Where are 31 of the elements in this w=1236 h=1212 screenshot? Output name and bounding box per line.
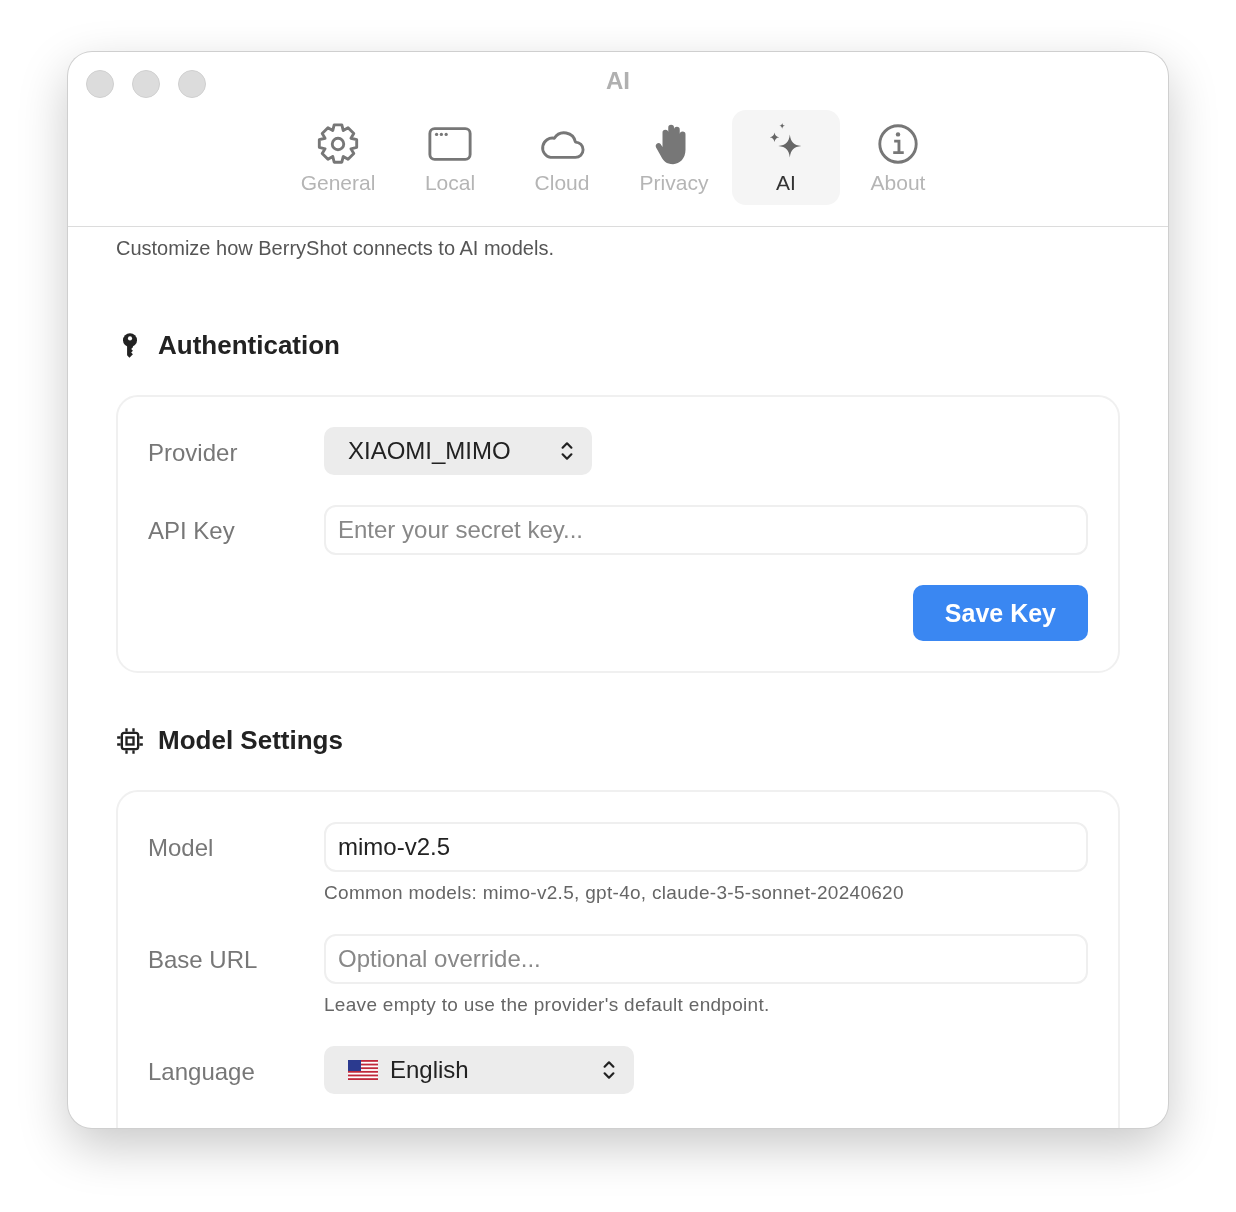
hint-text: Leave empty to use the provider's default endpoint.	[324, 994, 770, 1016]
toolbar-tab[interactable]: Local	[396, 110, 504, 205]
zoom-button[interactable]	[178, 70, 206, 98]
window-title: AI	[606, 67, 630, 95]
field-label: Language	[148, 1057, 256, 1087]
chip-icon	[116, 726, 144, 755]
chevron-icon	[602, 1059, 616, 1081]
save-button[interactable]: Save Key	[912, 585, 1088, 641]
dropdown[interactable]: XIAOMI_MIMO	[324, 427, 592, 475]
field-label: Base URL	[148, 945, 259, 975]
close-button[interactable]	[86, 70, 114, 98]
dropdown[interactable]: English	[324, 1046, 634, 1094]
toolbar-tab[interactable]: AI	[732, 110, 840, 205]
field-label: Provider	[148, 438, 239, 468]
minimize-button[interactable]	[132, 70, 160, 98]
field-label: API Key	[148, 516, 236, 546]
toolbar-tab[interactable]: About	[844, 110, 952, 205]
gear-icon	[315, 120, 361, 167]
toolbar-tab[interactable]: Cloud	[508, 110, 616, 205]
section-title: Model Settings	[158, 725, 343, 756]
toolbar-tab[interactable]: Privacy	[620, 110, 728, 205]
section-title: Authentication	[158, 330, 340, 361]
text-field[interactable]: Optional override...	[324, 934, 1088, 984]
chevron-icon	[560, 440, 574, 462]
flag-icon	[348, 1060, 378, 1080]
description-text: Customize how BerryShot connects to AI models.	[116, 237, 555, 260]
hint-text: Common models: mimo-v2.5, gpt-4o, claude-3-5-sonnet-20240620	[324, 882, 904, 904]
text-field[interactable]: Enter your secret key...	[324, 505, 1088, 555]
text-field[interactable]: mimo-v2.5	[324, 822, 1088, 872]
toolbar-tab[interactable]: General	[284, 110, 392, 205]
field-label: Model	[148, 833, 215, 863]
